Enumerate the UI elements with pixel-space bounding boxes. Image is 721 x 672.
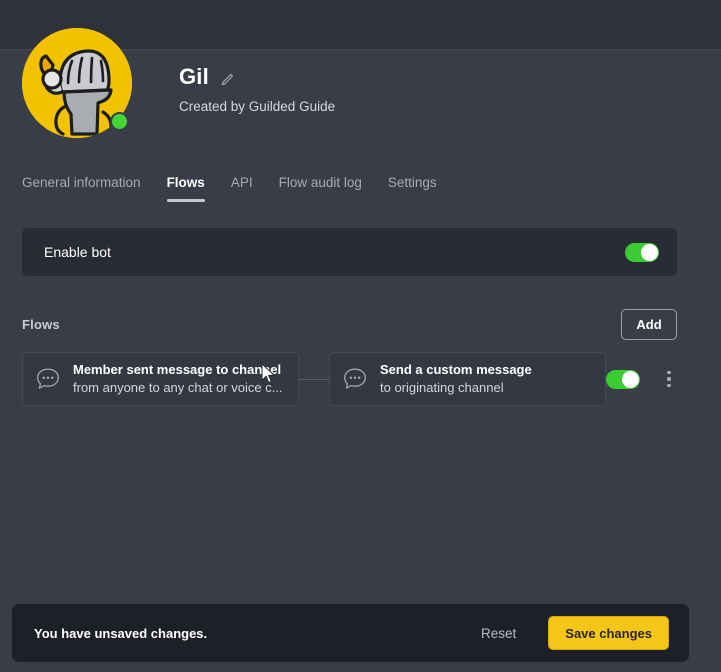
chat-bubble-icon (37, 368, 59, 389)
flows-section-header: Flows Add (22, 308, 677, 340)
page-title: Gil (179, 64, 209, 89)
flows-section-title: Flows (22, 316, 60, 332)
unsaved-changes-message: You have unsaved changes. (34, 625, 208, 641)
add-flow-button[interactable]: Add (621, 308, 677, 340)
tab-flows[interactable]: Flows (166, 175, 206, 202)
chat-bubble-icon (344, 368, 366, 389)
tab-settings[interactable]: Settings (388, 175, 437, 202)
kebab-menu-icon[interactable] (660, 366, 678, 392)
flow-trigger-text: Member sent message to channel from anyo… (73, 362, 283, 396)
flow-action-subtitle: to originating channel (380, 380, 504, 395)
kebab-dot (667, 383, 671, 388)
bot-settings-page: Gil Created by Guilded Guide General inf… (0, 0, 721, 672)
enable-bot-panel: Enable bot (22, 228, 677, 276)
flow-trigger-card[interactable]: Member sent message to channel from anyo… (22, 352, 299, 406)
flow-connector-line (299, 378, 329, 380)
enable-bot-label: Enable bot (44, 244, 111, 260)
toggle-knob (641, 243, 658, 261)
flow-row: Member sent message to channel from anyo… (22, 352, 677, 406)
save-changes-button[interactable]: Save changes (548, 616, 669, 650)
kebab-dot (667, 377, 671, 381)
reset-button[interactable]: Reset (477, 620, 520, 647)
flow-action-title: Send a custom message (380, 362, 532, 377)
flow-enable-toggle[interactable] (606, 369, 640, 389)
flow-action-text: Send a custom message to originating cha… (380, 362, 532, 396)
created-by-label: Created by Guilded Guide (179, 99, 336, 114)
pencil-icon[interactable] (221, 71, 236, 86)
unsaved-changes-bar: You have unsaved changes. Reset Save cha… (12, 604, 689, 662)
enable-bot-toggle[interactable] (625, 242, 659, 262)
flow-trigger-title: Member sent message to channel (73, 362, 282, 377)
bot-profile-header: Gil Created by Guilded Guide (22, 28, 335, 138)
avatar[interactable] (22, 28, 132, 138)
bot-identity: Gil Created by Guilded Guide (179, 28, 335, 114)
kebab-dot (667, 370, 671, 375)
status-indicator-online (110, 112, 129, 131)
flow-trigger-subtitle: from anyone to any chat or voice c... (73, 380, 283, 395)
toggle-knob (622, 370, 639, 388)
tab-bar: General information Flows API Flow audit… (22, 170, 463, 202)
tab-flow-audit-log[interactable]: Flow audit log (279, 175, 362, 202)
tab-general-information[interactable]: General information (22, 175, 141, 202)
bot-name-row: Gil (179, 64, 335, 90)
flow-action-card[interactable]: Send a custom message to originating cha… (329, 352, 606, 406)
tab-api[interactable]: API (231, 175, 253, 202)
